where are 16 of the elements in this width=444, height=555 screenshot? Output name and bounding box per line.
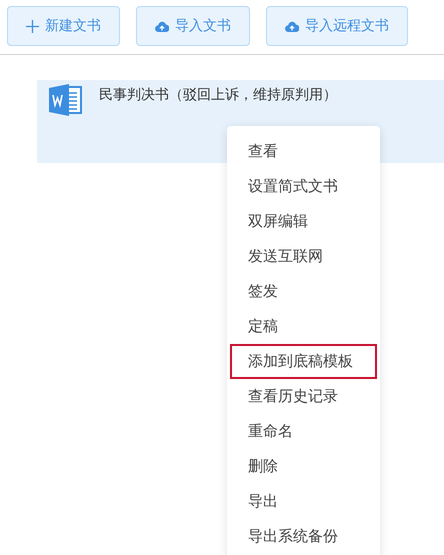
menu-item[interactable]: 添加到底稿模板 (230, 344, 377, 379)
menu-item[interactable]: 设置简式文书 (230, 169, 377, 204)
menu-item[interactable]: 定稿 (230, 309, 377, 344)
cloud-upload-icon (155, 20, 169, 32)
menu-item[interactable]: 查看历史记录 (230, 379, 377, 414)
plus-icon (26, 20, 39, 32)
menu-item[interactable]: 删除 (230, 449, 377, 484)
menu-item[interactable]: 导出系统备份 (230, 519, 377, 554)
word-document-icon (49, 84, 83, 116)
document-title: 民事判决书（驳回上诉，维持原判用） (99, 86, 337, 104)
menu-item[interactable]: 双屏编辑 (230, 204, 377, 239)
menu-item[interactable]: 导出 (230, 484, 377, 519)
menu-item[interactable]: 重命名 (230, 414, 377, 449)
menu-item[interactable]: 签发 (230, 274, 377, 309)
cloud-upload-icon (285, 20, 299, 32)
menu-item[interactable]: 发送互联网 (230, 239, 377, 274)
